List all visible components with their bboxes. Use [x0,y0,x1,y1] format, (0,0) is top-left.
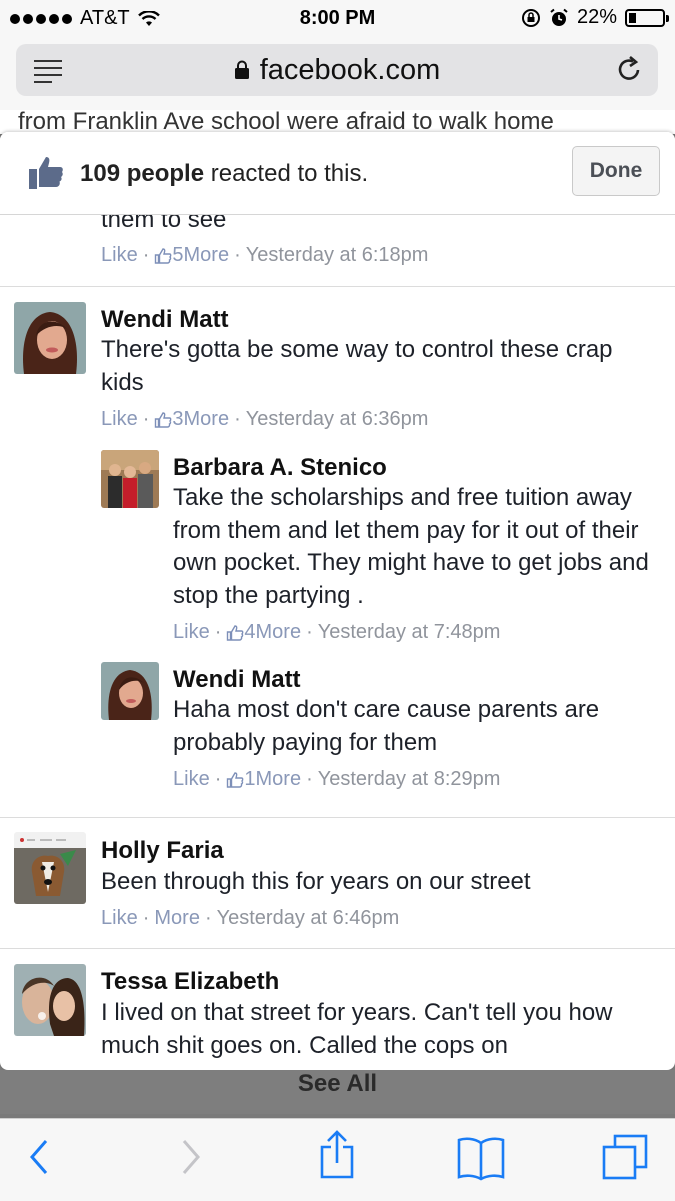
comment-text: I lived on that street for years. Can't … [101,999,613,1059]
comment-author[interactable]: Tessa Elizabeth [101,968,279,996]
more-link[interactable]: More [184,408,230,431]
reply-author[interactable]: Wendi Matt [173,666,301,694]
like-count: 1 [244,768,256,790]
like-count-icon [155,247,172,264]
comment-author[interactable]: Holly Faria [101,837,224,865]
background-page-text: from Franklin Ave school were afraid to … [0,110,675,134]
reactions-header: 109 people reacted to this. Done [0,132,675,215]
avatar[interactable] [101,450,159,508]
reply-meta: Like · 1 More · Yesterday at 8:29pm [173,768,501,791]
like-link[interactable]: Like [101,244,138,267]
avatar[interactable] [14,832,86,904]
status-right: 22% [521,6,669,29]
divider [0,817,675,818]
like-link[interactable]: Like [101,907,138,930]
comment-time: Yesterday at 6:36pm [245,408,429,430]
host-text: facebook.com [259,54,441,86]
like-count-icon [227,624,244,641]
reactions-dialog: 109 people reacted to this. Done them to… [0,132,675,1070]
browser-toolbar [0,1118,675,1201]
more-link[interactable]: More [154,907,200,930]
battery-percent: 22% [576,6,617,28]
forward-icon[interactable] [180,1137,202,1177]
done-button[interactable]: Done [572,146,660,196]
status-bar: AT&T 8:00 PM 22% [0,0,675,38]
like-count: 3 [172,408,184,430]
like-link[interactable]: Like [173,621,210,644]
avatar[interactable] [14,964,86,1036]
more-link[interactable]: More [256,768,302,791]
comment-time: Yesterday at 7:48pm [317,621,501,643]
thumbs-up-icon [29,157,63,189]
comment-text: There's gotta be some way to control the… [101,336,613,396]
avatar[interactable] [14,302,86,374]
reactions-summary: 109 people reacted to this. [80,160,368,188]
reply-text: Take the scholarships and free tuition a… [173,484,649,609]
comment-meta: Like · 5 More · Yesterday at 6:18pm [101,244,429,267]
back-icon[interactable] [28,1137,50,1177]
like-count: 4 [244,621,256,643]
reactions-suffix: reacted to this. [210,160,369,187]
alarm-icon [550,8,568,26]
like-count-icon [155,411,172,428]
comment-time: Yesterday at 8:29pm [317,768,501,790]
reactions-count: 109 people [80,160,205,187]
avatar[interactable] [101,662,159,720]
background-text: from Franklin Ave school were afraid to … [18,110,554,134]
divider [0,948,675,949]
tabs-icon[interactable] [601,1133,649,1181]
battery-fill [629,12,637,23]
comment-time: Yesterday at 6:46pm [216,907,400,929]
address-bar[interactable]: facebook.com [16,44,658,96]
see-all-link[interactable]: See All [0,1070,675,1114]
like-count: 5 [172,244,184,266]
lock-icon [234,60,249,79]
comment-text: Been through this for years on our stree… [101,868,531,895]
comment-author[interactable]: Wendi Matt [101,306,229,334]
rotation-lock-icon [521,8,540,27]
like-count-icon [227,771,244,788]
battery-icon [625,8,669,27]
browser-chrome: facebook.com [0,38,675,110]
divider [0,286,675,287]
reload-icon[interactable] [616,54,644,84]
reply-author[interactable]: Barbara A. Stenico [173,454,387,482]
share-icon[interactable] [318,1129,356,1181]
reply-text: Haha most don't care cause parents are p… [173,696,600,756]
bookmarks-icon[interactable] [456,1135,506,1181]
like-link[interactable]: Like [173,768,210,791]
comment-meta: Like · 3 More · Yesterday at 6:36pm [101,408,429,431]
comment-time: Yesterday at 6:18pm [245,244,429,266]
more-link[interactable]: More [256,621,302,644]
like-link[interactable]: Like [101,408,138,431]
address-host[interactable]: facebook.com [16,54,658,87]
more-link[interactable]: More [184,244,230,267]
reply-meta: Like · 4 More · Yesterday at 7:48pm [173,621,501,644]
comment-meta: Like · More · Yesterday at 6:46pm [101,907,400,930]
